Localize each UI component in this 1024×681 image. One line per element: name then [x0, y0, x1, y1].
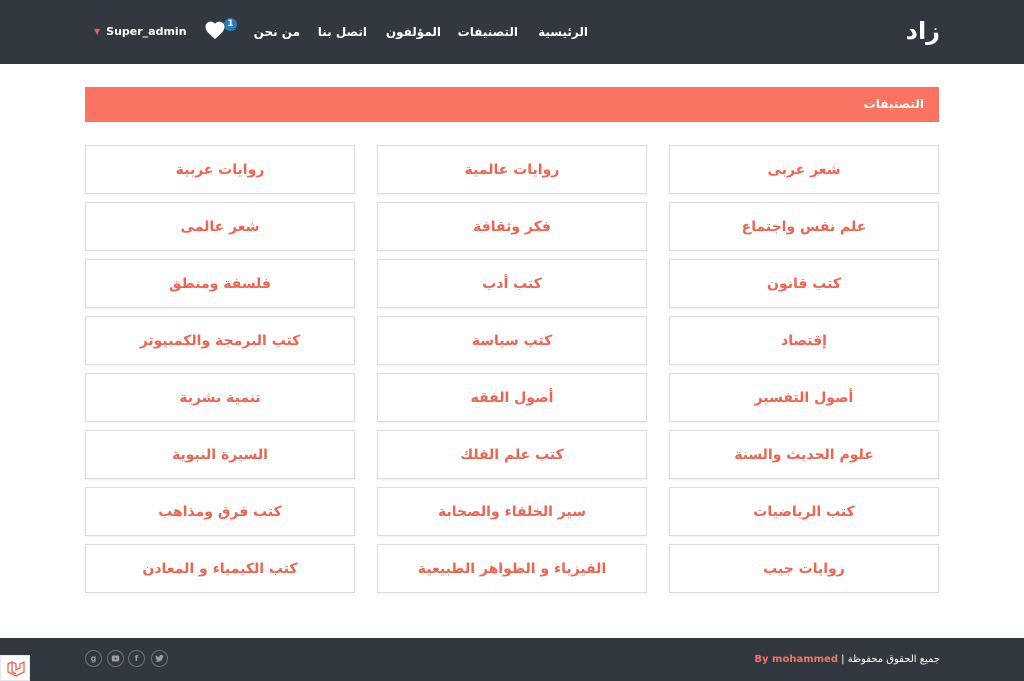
category-card[interactable]: السيرة النبوية — [85, 430, 355, 479]
category-card[interactable]: علوم الحديث والسنة — [669, 430, 939, 479]
category-label: فكر وثقافة — [473, 218, 551, 235]
brand-logo[interactable]: زاد — [906, 14, 940, 48]
category-card[interactable]: كتب قانون — [669, 259, 939, 308]
nav-item-home[interactable]: الرئيسية — [538, 24, 588, 40]
nav-item-categories[interactable]: التصنيفات — [458, 24, 518, 40]
top-navbar: زاد الرئيسية التصنيفات المؤلفون اتصل بنا… — [0, 0, 1024, 64]
category-card[interactable]: كتب البرمجة والكمبيوتر — [85, 316, 355, 365]
laravel-debug-icon[interactable] — [0, 655, 30, 681]
rights-text: جميع الحقوق محفوظة | — [841, 654, 940, 665]
category-card[interactable]: روايات عربية — [85, 145, 355, 194]
heart-icon — [205, 21, 225, 40]
category-label: أصول التفسير — [754, 389, 854, 406]
category-card[interactable]: كتب الرياضيات — [669, 487, 939, 536]
category-card[interactable]: كتب علم الفلك — [377, 430, 647, 479]
category-card[interactable]: كتب فرق ومذاهب — [85, 487, 355, 536]
category-label: السيرة النبوية — [172, 446, 268, 463]
category-label: إقتصاد — [781, 332, 827, 349]
categories-header: التصنيفات — [85, 87, 939, 122]
category-label: شعر عالمى — [180, 218, 260, 235]
category-card[interactable]: تنمية بشرية — [85, 373, 355, 422]
category-label: شعر عربى — [767, 161, 841, 178]
user-menu[interactable]: ▼ Super_admin — [94, 24, 187, 40]
category-label: أصول الفقه — [470, 389, 554, 406]
category-card[interactable]: شعر عربى — [669, 145, 939, 194]
category-card[interactable]: أصول التفسير — [669, 373, 939, 422]
category-card[interactable]: شعر عالمى — [85, 202, 355, 251]
category-card[interactable]: روايات جيب — [669, 544, 939, 593]
author-link[interactable]: By mohammed — [754, 654, 838, 665]
category-label: سير الخلفاء والصحابة — [438, 503, 586, 520]
nav-item-contact[interactable]: اتصل بنا — [318, 24, 367, 40]
category-label: تنمية بشرية — [179, 389, 261, 406]
category-card[interactable]: كتب أدب — [377, 259, 647, 308]
category-label: روايات عالمية — [464, 161, 560, 178]
youtube-icon[interactable] — [107, 650, 124, 667]
facebook-icon[interactable]: f — [128, 650, 145, 667]
section-title: التصنيفات — [863, 97, 924, 111]
categories-grid: شعر عربى روايات عالمية روايات عربية علم نفس… — [85, 145, 939, 593]
category-label: علوم الحديث والسنة — [734, 446, 874, 463]
category-label: كتب علم الفلك — [460, 446, 564, 463]
category-label: روايات عربية — [175, 161, 265, 178]
category-card[interactable]: فكر وثقافة — [377, 202, 647, 251]
category-label: كتب فرق ومذاهب — [158, 503, 282, 520]
category-card[interactable]: روايات عالمية — [377, 145, 647, 194]
category-label: روايات جيب — [763, 560, 845, 577]
category-card[interactable]: كتب الكيمياء و المعادن — [85, 544, 355, 593]
category-label: كتب الرياضيات — [753, 503, 855, 520]
category-label: كتب البرمجة والكمبيوتر — [139, 332, 301, 349]
category-card[interactable]: إقتصاد — [669, 316, 939, 365]
user-name: Super_admin — [106, 25, 187, 38]
category-card[interactable]: فلسفة ومنطق — [85, 259, 355, 308]
category-label: كتب الكيمياء و المعادن — [142, 560, 298, 577]
category-label: فلسفة ومنطق — [169, 275, 271, 292]
category-card[interactable]: أصول الفقه — [377, 373, 647, 422]
category-label: كتب سياسة — [471, 332, 553, 349]
category-label: كتب أدب — [482, 275, 542, 292]
category-label: علم نفس واجتماع — [741, 218, 867, 235]
category-card[interactable]: علم نفس واجتماع — [669, 202, 939, 251]
twitter-icon[interactable] — [151, 650, 168, 667]
google-plus-icon[interactable]: g — [85, 650, 102, 667]
nav-item-about[interactable]: من نحن — [254, 24, 300, 40]
category-card[interactable]: الفيزياء و الظواهر الطبيعية — [377, 544, 647, 593]
chevron-down-icon: ▼ — [94, 27, 101, 36]
category-label: كتب قانون — [767, 275, 841, 292]
category-label: الفيزياء و الظواهر الطبيعية — [417, 560, 607, 577]
copyright-text: جميع الحقوق محفوظة | By mohammed — [754, 653, 940, 667]
nav-item-authors[interactable]: المؤلفون — [386, 24, 441, 40]
category-card[interactable]: سير الخلفاء والصحابة — [377, 487, 647, 536]
category-card[interactable]: كتب سياسة — [377, 316, 647, 365]
favorites-button[interactable]: 1 — [202, 18, 237, 44]
favorites-count-badge: 1 — [224, 18, 237, 31]
footer: جميع الحقوق محفوظة | By mohammed f g — [0, 638, 1024, 681]
